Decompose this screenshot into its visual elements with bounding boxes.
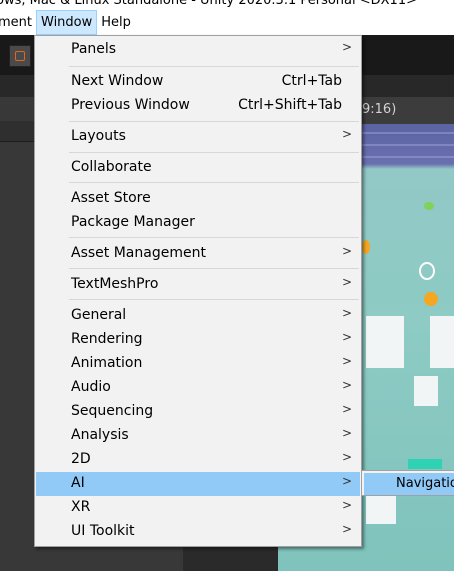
chevron-right-icon: >: [341, 474, 352, 488]
menu-separator: [69, 299, 359, 300]
menu-item-layouts[interactable]: Layouts >: [36, 125, 360, 149]
window-title-bar: ows, Mac & Linux Standalone - Unity 2020…: [0, 0, 454, 10]
chevron-right-icon: >: [341, 244, 352, 258]
menu-item-previous-window[interactable]: Previous Window Ctrl+Shift+Tab: [36, 94, 360, 118]
menu-separator: [69, 121, 359, 122]
menu-item-xr[interactable]: XR >: [36, 496, 360, 520]
menu-item-general[interactable]: General >: [36, 304, 360, 328]
menu-item-rendering[interactable]: Rendering >: [36, 328, 360, 352]
menu-item-ui-toolkit[interactable]: UI Toolkit >: [36, 520, 360, 544]
game-cube: [430, 316, 454, 368]
menu-separator: [69, 237, 359, 238]
chevron-right-icon: >: [341, 330, 352, 344]
submenu-item-navigation[interactable]: Navigation: [364, 473, 454, 495]
menu-item-analysis[interactable]: Analysis >: [36, 424, 360, 448]
chevron-right-icon: >: [341, 426, 352, 440]
menu-item-textmeshpro[interactable]: TextMeshPro >: [36, 273, 360, 297]
chevron-right-icon: >: [341, 354, 352, 368]
chevron-right-icon: >: [341, 378, 352, 392]
game-view-aspect-label: 9:16): [362, 102, 397, 117]
menu-separator: [69, 268, 359, 269]
game-ring: [419, 262, 435, 280]
menu-item-asset-store[interactable]: Asset Store: [36, 187, 360, 211]
window-menu-dropdown: Panels > Next Window Ctrl+Tab Previous W…: [34, 35, 362, 547]
menu-item-panels[interactable]: Panels >: [36, 38, 360, 62]
chevron-right-icon: >: [341, 275, 352, 289]
shortcut-label: Ctrl+Shift+Tab: [238, 97, 342, 113]
game-pickup: [424, 292, 438, 306]
game-character: [414, 376, 438, 406]
menu-separator: [69, 66, 359, 67]
menu-item-audio[interactable]: Audio >: [36, 376, 360, 400]
menu-item-sequencing[interactable]: Sequencing >: [36, 400, 360, 424]
menu-item-ai[interactable]: AI >: [36, 472, 360, 496]
game-cube: [366, 316, 404, 368]
menu-item-2d[interactable]: 2D >: [36, 448, 360, 472]
menu-component[interactable]: ment: [0, 10, 36, 35]
menu-item-next-window[interactable]: Next Window Ctrl+Tab: [36, 70, 360, 94]
menu-separator: [69, 152, 359, 153]
chevron-right-icon: >: [341, 306, 352, 320]
rect-tool-icon[interactable]: [9, 45, 31, 67]
submenu-item-label: Navigation: [396, 476, 454, 491]
menu-item-collaborate[interactable]: Collaborate: [36, 156, 360, 180]
chevron-right-icon: >: [341, 40, 352, 54]
chevron-right-icon: >: [341, 450, 352, 464]
menu-item-animation[interactable]: Animation >: [36, 352, 360, 376]
chevron-right-icon: >: [341, 127, 352, 141]
game-pickup: [424, 202, 434, 210]
chevron-right-icon: >: [341, 498, 352, 512]
window-title: ows, Mac & Linux Standalone - Unity 2020…: [0, 0, 417, 8]
chevron-right-icon: >: [341, 522, 352, 536]
menu-window[interactable]: Window: [36, 10, 98, 35]
menu-item-package-manager[interactable]: Package Manager: [36, 211, 360, 235]
chevron-right-icon: >: [341, 402, 352, 416]
game-pickup: [362, 240, 370, 254]
shortcut-label: Ctrl+Tab: [281, 73, 342, 89]
menu-item-asset-management[interactable]: Asset Management >: [36, 242, 360, 266]
menu-separator: [69, 182, 359, 183]
game-platform: [408, 459, 442, 469]
menu-help[interactable]: Help: [97, 10, 135, 35]
ai-submenu: Navigation: [361, 470, 454, 496]
menubar: ment Window Help: [0, 10, 454, 35]
game-cube: [366, 496, 396, 524]
